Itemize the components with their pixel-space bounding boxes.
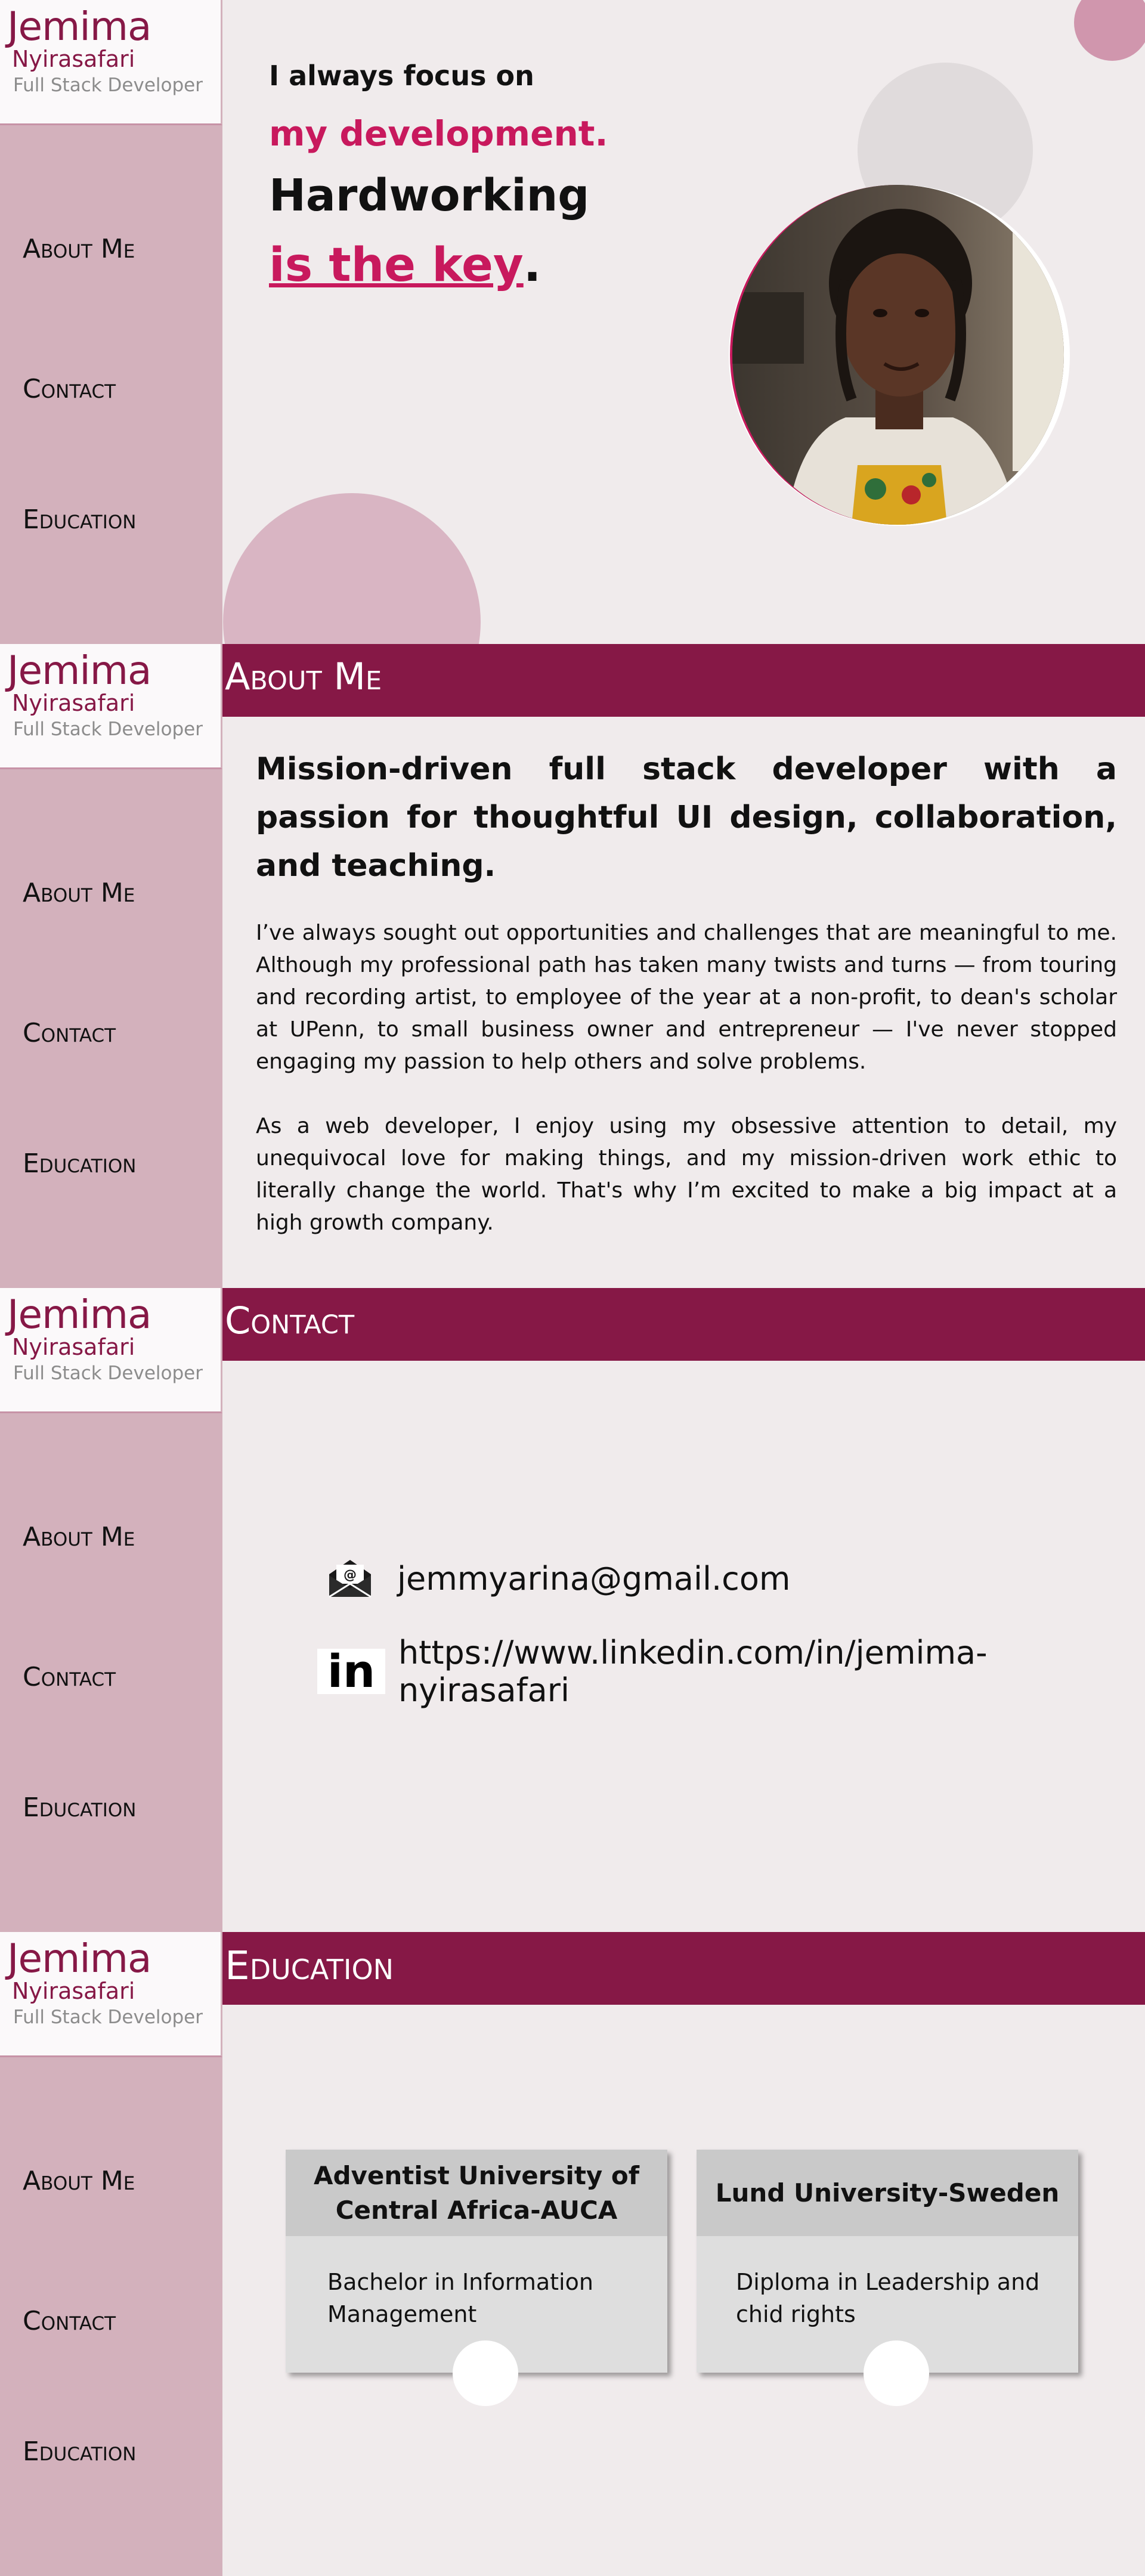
brand-first-name: Jemima xyxy=(7,648,151,693)
brand-role: Full Stack Developer xyxy=(13,719,203,740)
contact-email-row[interactable]: @ jemmyarina@gmail.com xyxy=(327,1559,790,1598)
education-card: Adventist University of Central Africa-A… xyxy=(286,2150,667,2406)
sidebar: Jemima Nyirasafari Full Stack Developer … xyxy=(0,1288,222,1932)
nav-about-me[interactable]: About Me xyxy=(23,878,135,908)
about-paragraph-1: I’ve always sought out opportunities and… xyxy=(256,921,1117,1074)
brand-role: Full Stack Developer xyxy=(13,1363,203,1384)
profile-photo-illustration xyxy=(732,185,1064,525)
sidebar: Jemima Nyirasafari Full Stack Developer … xyxy=(0,0,222,644)
education-degree: Bachelor in Information Management xyxy=(327,2269,593,2327)
nav-about-me[interactable]: About Me xyxy=(23,234,135,264)
nav-education[interactable]: Education xyxy=(23,1792,136,1823)
sidebar: Jemima Nyirasafari Full Stack Developer … xyxy=(0,1932,222,2576)
hero-line-4: is the key. xyxy=(269,239,541,292)
nav-about-me[interactable]: About Me xyxy=(23,2166,135,2196)
about-title: Mission-driven full stack developer with… xyxy=(256,751,1117,884)
nav-contact[interactable]: Contact xyxy=(23,2306,116,2336)
education-degree: Diploma in Leadership and chid rights xyxy=(736,2269,1040,2327)
card-knob xyxy=(453,2340,518,2406)
nav-contact[interactable]: Contact xyxy=(23,374,116,404)
hero-line-4-text: is the key xyxy=(269,239,524,292)
profile-photo xyxy=(730,185,1064,525)
nav-education[interactable]: Education xyxy=(23,504,136,535)
sidebar: Jemima Nyirasafari Full Stack Developer … xyxy=(0,644,222,1288)
education-school: Adventist University of Central Africa-A… xyxy=(286,2150,667,2236)
education-card: Lund University-Sweden Diploma in Leader… xyxy=(697,2150,1078,2406)
decorative-circle xyxy=(223,493,481,644)
hero-section: Jemima Nyirasafari Full Stack Developer … xyxy=(0,0,1145,644)
brand-first-name: Jemima xyxy=(7,4,151,49)
envelope-icon: @ xyxy=(329,1560,372,1598)
hero-line-1: I always focus on xyxy=(269,60,534,92)
brand-first-name: Jemima xyxy=(7,1936,151,1981)
hero-line-4-period: . xyxy=(523,239,541,292)
brand-last-name: Nyirasafari xyxy=(12,46,135,72)
contact-email-link[interactable]: jemmyarina@gmail.com xyxy=(397,1560,790,1597)
nav-education[interactable]: Education xyxy=(23,2436,136,2467)
brand-last-name: Nyirasafari xyxy=(12,690,135,716)
hero-line-2: my development. xyxy=(269,113,608,154)
brand-role: Full Stack Developer xyxy=(13,75,203,96)
contact-linkedin-row[interactable]: in https://www.linkedin.com/in/jemima-ny… xyxy=(317,1634,1145,1709)
brand-first-name: Jemima xyxy=(7,1292,151,1337)
linkedin-icon: in xyxy=(317,1649,385,1694)
about-section: Jemima Nyirasafari Full Stack Developer … xyxy=(0,644,1145,1288)
brand-last-name: Nyirasafari xyxy=(12,1334,135,1360)
nav-contact[interactable]: Contact xyxy=(23,1662,116,1692)
about-header: About Me xyxy=(222,644,1145,717)
decorative-circle xyxy=(1074,0,1145,61)
about-paragraph-2: As a web developer, I enjoy using my obs… xyxy=(256,1114,1117,1235)
education-school: Lund University-Sweden xyxy=(697,2150,1078,2236)
nav-about-me[interactable]: About Me xyxy=(23,1522,135,1552)
brand-block: Jemima Nyirasafari Full Stack Developer xyxy=(0,1288,222,1413)
brand-block: Jemima Nyirasafari Full Stack Developer xyxy=(0,0,222,125)
hero-line-3: Hardworking xyxy=(269,170,590,221)
brand-role: Full Stack Developer xyxy=(13,2007,203,2028)
card-knob xyxy=(864,2340,929,2406)
brand-block: Jemima Nyirasafari Full Stack Developer xyxy=(0,644,222,769)
education-header: Education xyxy=(222,1932,1145,2005)
nav-contact[interactable]: Contact xyxy=(23,1018,116,1048)
contact-section: Jemima Nyirasafari Full Stack Developer … xyxy=(0,1288,1145,1932)
brand-last-name: Nyirasafari xyxy=(12,1978,135,2004)
contact-linkedin-link[interactable]: https://www.linkedin.com/in/jemima-nyira… xyxy=(398,1634,1145,1709)
envelope-icon-glyph: @ xyxy=(344,1568,357,1583)
nav-education[interactable]: Education xyxy=(23,1148,136,1179)
brand-block: Jemima Nyirasafari Full Stack Developer xyxy=(0,1932,222,2057)
contact-header: Contact xyxy=(222,1288,1145,1361)
